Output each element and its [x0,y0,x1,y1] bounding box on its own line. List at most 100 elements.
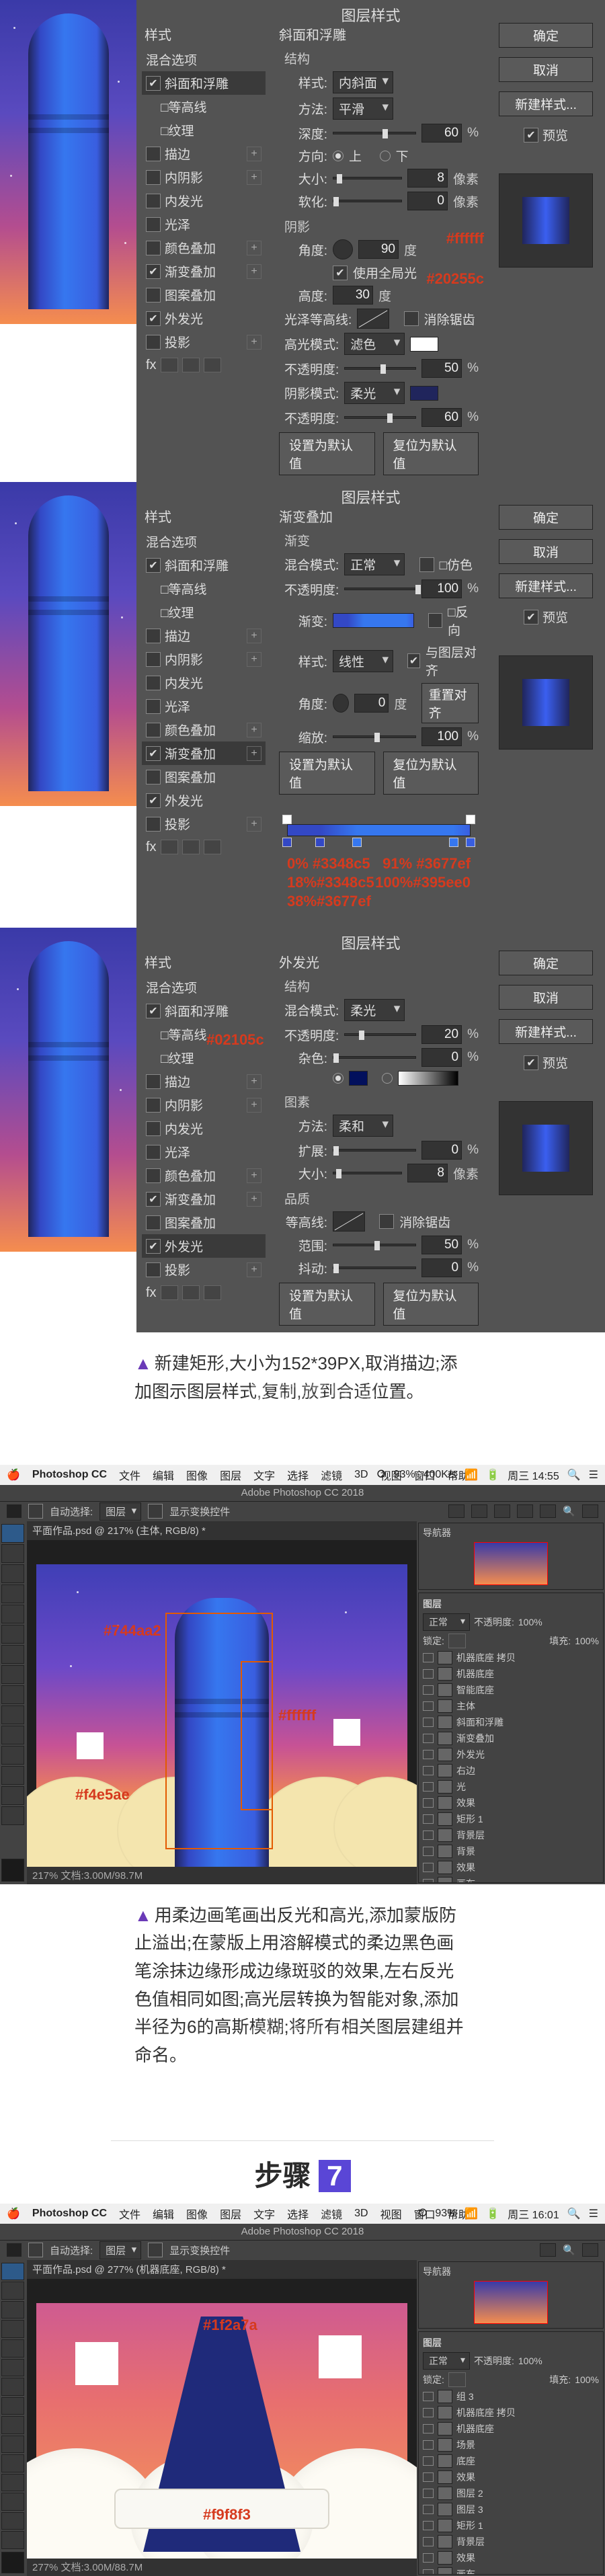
soften-slider[interactable] [333,200,402,202]
shadow-color[interactable] [410,386,438,401]
eye-icon[interactable] [423,1766,434,1775]
preview-check[interactable] [524,128,538,143]
preview-check[interactable] [524,610,538,625]
wand-tool[interactable] [1,1584,24,1603]
checkbox-icon[interactable] [146,652,161,667]
apple-icon[interactable]: 🍎 [7,1468,20,1482]
layer-row[interactable]: 机器底座 拷贝 [423,1650,599,1666]
layer-row[interactable]: 光 [423,1779,599,1795]
search-icon[interactable]: 🔍 [563,2244,575,2256]
checkbox-icon[interactable] [146,170,161,185]
layer-row[interactable]: 智能底座 [423,1682,599,1698]
menu-image[interactable]: 图像 [186,2206,208,2222]
menu-3d[interactable]: 3D [354,1469,368,1481]
style-stroke[interactable]: 描边+ [142,142,266,165]
eye-icon[interactable] [423,1718,434,1727]
glow-noise-input[interactable]: 0 [421,1048,462,1067]
menu-file[interactable]: 文件 [119,1467,140,1483]
align-icon[interactable] [540,2243,556,2257]
style-contour[interactable]: □等高线 [142,1022,266,1046]
move-tool[interactable] [1,1524,24,1543]
style-color-overlay[interactable]: 颜色叠加+ [142,1164,266,1187]
style-inner-shadow[interactable]: 内阴影+ [142,647,266,671]
eye-icon[interactable] [423,2505,434,2514]
jitter-input[interactable]: 0 [421,1258,462,1277]
style-satin[interactable]: 光泽 [142,212,266,236]
eye-icon[interactable] [423,2553,434,2563]
layer-row[interactable]: 画布 [423,1876,599,1883]
bevel-method-select[interactable]: 平滑 [333,97,393,120]
brush-tool[interactable] [1,1645,24,1664]
style-outer-glow[interactable]: 外发光 [142,1234,266,1258]
spotlight-icon[interactable]: 🔍 [567,1468,581,1482]
menu-list-icon[interactable]: ☰ [589,2207,598,2220]
layer-row[interactable]: 斜面和浮雕 [423,1714,599,1730]
style-bevel[interactable]: 斜面和浮雕 [142,999,266,1022]
glow-grad-radio[interactable] [382,1073,393,1084]
style-contour[interactable]: □等高线 [142,577,266,600]
layer-row[interactable]: 外发光 [423,1746,599,1763]
style-blending[interactable]: 混合选项 [142,530,266,553]
eye-icon[interactable] [423,1847,434,1856]
auto-select-target[interactable]: 图层 [99,2241,141,2259]
checkbox-icon[interactable] [146,241,161,255]
menu-filter[interactable]: 滤镜 [321,1467,342,1483]
checkbox-icon[interactable] [146,558,161,573]
crop-tool[interactable] [1,1605,24,1623]
document-tab[interactable]: 平面作品.psd @ 277% (机器底座, RGB/8) * [27,2260,417,2279]
layer-row[interactable]: 画布 [423,2566,599,2575]
gloss-contour[interactable] [357,309,389,329]
style-inner-glow[interactable]: 内发光 [142,1117,266,1140]
eye-icon[interactable] [423,1798,434,1808]
eye-icon[interactable] [423,1814,434,1824]
brush-tool[interactable] [1,2378,24,2396]
plus-icon[interactable]: + [247,170,261,185]
size-slider[interactable] [333,177,402,179]
menu-view[interactable]: 视图 [380,2206,402,2222]
checkbox-icon[interactable] [146,1192,161,1207]
angle-dial[interactable] [333,239,353,259]
style-drop-shadow[interactable]: 投影+ [142,812,266,836]
lock-icon[interactable] [448,1634,466,1648]
depth-input[interactable]: 60 [421,124,462,143]
eye-icon[interactable] [423,2456,434,2466]
make-default-button[interactable]: 设置为默认值 [279,1283,375,1326]
checkbox-icon[interactable] [146,194,161,208]
glow-mode-select[interactable]: 柔光 [344,999,405,1021]
checkbox-icon[interactable] [146,1098,161,1113]
highlight-mode-select[interactable]: 滤色 [344,333,405,355]
eye-icon[interactable] [423,1701,434,1711]
checkbox-icon[interactable] [146,817,161,832]
menu-edit[interactable]: 编辑 [153,2206,174,2222]
plus-icon[interactable]: + [247,264,261,279]
glow-color-radio[interactable] [333,1073,344,1084]
checkbox-icon[interactable] [146,699,161,714]
glow-tech-select[interactable]: 柔和 [333,1115,393,1137]
range-input[interactable]: 50 [421,1236,462,1254]
soften-input[interactable]: 0 [407,192,448,210]
anti-alias-check[interactable] [379,1214,394,1229]
layer-row[interactable]: 渐变叠加 [423,1730,599,1746]
fill-value[interactable]: 100% [575,2374,599,2385]
gradient-picker[interactable] [333,613,414,628]
navigator-thumb[interactable] [474,1542,548,1585]
style-outer-glow[interactable]: 外发光 [142,307,266,330]
style-pattern-overlay[interactable]: 图案叠加 [142,765,266,789]
eye-icon[interactable] [423,2489,434,2498]
fx-icon[interactable] [161,840,178,854]
layer-row[interactable]: 组 3 [423,2388,599,2405]
new-style-button[interactable]: 新建样式... [499,91,593,116]
checkbox-icon[interactable] [146,676,161,690]
style-blending[interactable]: 混合选项 [142,975,266,999]
menu-type[interactable]: 文字 [253,1467,275,1483]
grad-stop[interactable] [282,838,292,847]
layer-row[interactable]: 效果 [423,1795,599,1811]
checkbox-icon[interactable] [146,770,161,784]
jitter-slider[interactable] [333,1266,416,1269]
ok-button[interactable]: 确定 [499,23,593,48]
checkbox-icon[interactable] [146,1215,161,1230]
grad-stop[interactable] [449,838,458,847]
eraser-tool[interactable] [1,1685,24,1704]
eye-icon[interactable] [423,2440,434,2450]
eyedropper-tool[interactable] [1,1625,24,1644]
